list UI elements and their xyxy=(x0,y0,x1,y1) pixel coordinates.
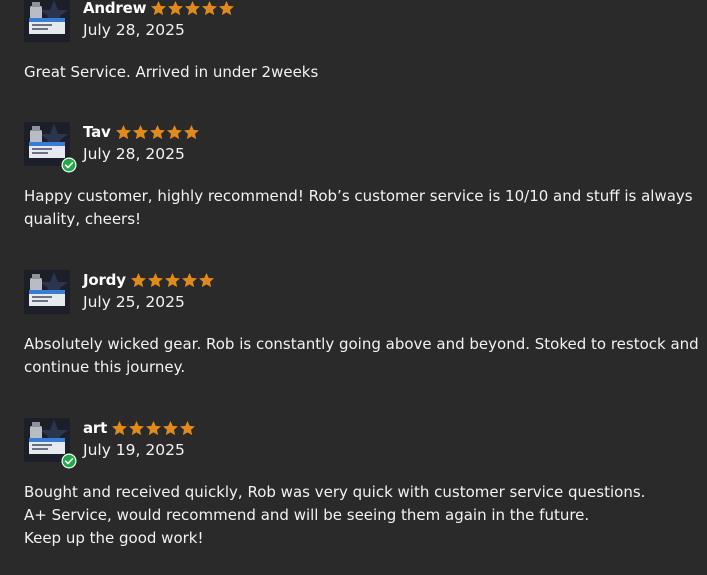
star-icon xyxy=(202,0,218,15)
review-body-line: Keep up the good work! xyxy=(24,529,204,547)
star-icon xyxy=(219,0,235,15)
star-rating xyxy=(130,272,215,289)
review-header: art xyxy=(83,418,196,438)
star-rating xyxy=(115,124,200,141)
star-icon xyxy=(112,420,128,435)
avatar-image xyxy=(24,270,70,314)
reviewer-name: Jordy xyxy=(83,271,126,289)
reviewer-name: Andrew xyxy=(83,0,147,17)
star-icon xyxy=(146,420,162,435)
review-body: Absolutely wicked gear. Rob is constantl… xyxy=(24,333,704,379)
review-body-line: Happy customer, highly recommend! Rob’s … xyxy=(24,187,693,205)
star-icon xyxy=(115,124,131,139)
review-header: Tav xyxy=(83,122,200,142)
star-icon xyxy=(183,124,199,139)
reviewer-name: art xyxy=(83,419,108,437)
review-date: July 19, 2025 xyxy=(83,441,185,459)
review-body-line: quality, cheers! xyxy=(24,210,142,228)
reviewer-name: Tav xyxy=(83,123,111,141)
avatar xyxy=(24,418,77,469)
star-icon xyxy=(147,272,163,287)
review-header: Jordy xyxy=(83,270,215,290)
review-body-line: Absolutely wicked gear. Rob is constantl… xyxy=(24,335,699,353)
review-body: Bought and received quickly, Rob was ver… xyxy=(24,481,704,550)
star-icon xyxy=(163,420,179,435)
review-body-line: A+ Service, would recommend and will be … xyxy=(24,506,590,524)
avatar xyxy=(24,0,70,42)
reviews-list: Andrew July 28, 2025 Great Service. Arri… xyxy=(0,0,707,575)
star-icon xyxy=(181,272,197,287)
star-rating xyxy=(150,0,235,17)
review-date: July 28, 2025 xyxy=(83,145,185,163)
review-body-line: Bought and received quickly, Rob was ver… xyxy=(24,483,646,501)
review-body: Great Service. Arrived in under 2weeks xyxy=(24,61,704,84)
review-date: July 28, 2025 xyxy=(83,21,185,39)
star-icon xyxy=(164,272,180,287)
review-body-line: continue this journey. xyxy=(24,358,186,376)
review-body-line: Great Service. Arrived in under 2weeks xyxy=(24,63,319,81)
review-body: Happy customer, highly recommend! Rob’s … xyxy=(24,185,704,231)
avatar-image xyxy=(24,0,70,42)
verified-icon xyxy=(61,157,77,173)
review-date: July 25, 2025 xyxy=(83,293,185,311)
star-icon xyxy=(168,0,184,15)
star-icon xyxy=(185,0,201,15)
avatar xyxy=(24,270,70,314)
star-icon xyxy=(130,272,146,287)
star-icon xyxy=(149,124,165,139)
star-icon xyxy=(180,420,196,435)
star-icon xyxy=(151,0,167,15)
avatar xyxy=(24,122,77,173)
star-icon xyxy=(198,272,214,287)
star-icon xyxy=(129,420,145,435)
star-icon xyxy=(166,124,182,139)
star-icon xyxy=(132,124,148,139)
review-header: Andrew xyxy=(83,0,235,18)
star-rating xyxy=(111,420,196,437)
verified-icon xyxy=(61,453,77,469)
